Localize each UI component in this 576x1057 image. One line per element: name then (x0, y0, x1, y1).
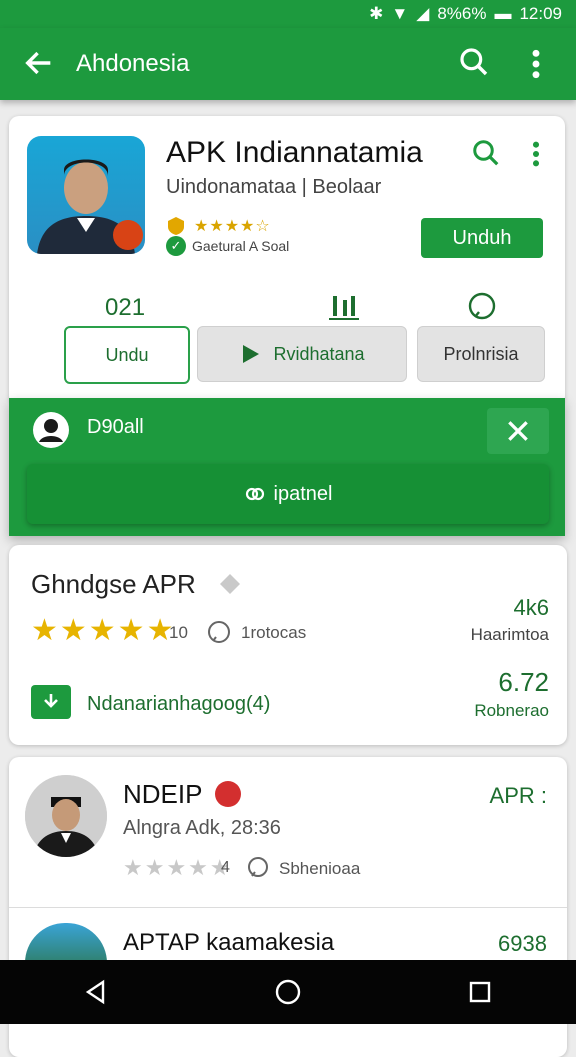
second-item-value: 6938 (498, 931, 547, 956)
play-action-label: Rvidhatana (273, 343, 365, 364)
download-button[interactable] (31, 685, 71, 719)
promo-action-label: Prolnrisia (443, 343, 519, 364)
rating-stars: ★★★★☆ (194, 218, 271, 235)
download-action-label: Undu (105, 344, 149, 365)
banner-label: D90all (87, 416, 144, 438)
reviewer-subtitle: Alngra Adk, 28:36 (123, 817, 281, 839)
search-icon[interactable] (471, 138, 501, 168)
app-info-card[interactable]: Ghndgse APR ★★★★★ 10 1rotocas 4k6 Haarim… (9, 545, 567, 745)
rating-stars: ★★★★★ (31, 614, 176, 647)
comment-icon (208, 621, 230, 643)
stat-downloads: 021 (105, 294, 146, 321)
app-header-card: APK Indiannatamia Uindonamataa | Beolaar… (9, 116, 565, 406)
person-icon (37, 159, 143, 254)
bluetooth-icon: ✱ (369, 4, 384, 23)
battery-icon: ▬ (494, 4, 512, 23)
clock: 12:09 (519, 4, 562, 23)
close-banner-button[interactable] (487, 408, 549, 454)
stat-label-2: Robnerao (474, 701, 549, 720)
person-icon (25, 775, 107, 857)
promo-banner: D90all ipatnel (9, 398, 565, 536)
app-bar-title: Ahdonesia (76, 50, 190, 77)
banner-cta-button[interactable]: ipatnel (27, 464, 549, 524)
app-bar: Ahdonesia (0, 28, 576, 100)
download-icon (44, 694, 58, 708)
wifi-icon: ▼ (391, 4, 409, 23)
rating-stars: ★★★★★ (123, 855, 232, 880)
more-vert-icon[interactable] (529, 140, 543, 168)
stat-value-2: 6.72 (498, 667, 549, 697)
nav-home-button[interactable] (268, 972, 308, 1012)
download-label: Ndanarianhagoog(4) (87, 693, 271, 715)
install-button[interactable]: Unduh (421, 218, 543, 258)
nav-recents-button[interactable] (460, 972, 500, 1012)
app-icon (27, 136, 145, 254)
signal-icon: ◢ (416, 4, 430, 23)
stat-label-1: Haarimtoa (470, 625, 549, 644)
circle-home-icon (275, 979, 301, 1005)
triangle-back-icon (85, 979, 105, 1005)
verified-row: ✓ Gaetural A Soal (166, 236, 289, 256)
status-bar: ✱ ▼ ◢ 8%6% ▬ 12:09 (0, 0, 576, 28)
promo-action-button[interactable]: Prolnrisia (417, 326, 545, 382)
review-meta: Sbhenioaa (279, 859, 361, 878)
stat-icon-bars (329, 296, 359, 320)
square-recents-icon (469, 981, 491, 1003)
user-avatar-icon (33, 412, 69, 448)
app-developer: Uindonamataa | Beolaar (166, 176, 382, 198)
record-icon (215, 781, 241, 807)
divider (9, 907, 567, 908)
award-icon (168, 217, 184, 235)
stat-value-1: 4k6 (513, 595, 549, 620)
battery-text: 8%6% (437, 4, 487, 23)
download-action-button[interactable]: Undu (64, 326, 190, 384)
review-tag[interactable]: APR : (490, 783, 547, 809)
search-icon[interactable] (458, 46, 490, 78)
nav-back-button[interactable] (76, 972, 116, 1012)
comment-icon (248, 857, 268, 877)
rating-count: 10 (169, 623, 188, 642)
reviewer-name: NDEIP (123, 779, 203, 809)
verified-label: Gaetural A Soal (192, 238, 290, 254)
chat-bubble-icon (468, 292, 496, 320)
status-icons: ✱ ▼ ◢ 8%6% ▬ 12:09 (369, 4, 562, 24)
link-icon (245, 487, 264, 501)
rating-count: 4 (221, 859, 230, 876)
app-name: APK Indiannatamia (166, 136, 423, 169)
reviewer-avatar (25, 775, 107, 857)
check-icon: ✓ (166, 236, 186, 256)
play-action-button[interactable]: Rvidhatana (197, 326, 407, 382)
second-item-name: APTAP kaamakesia (123, 929, 335, 956)
back-arrow-icon[interactable] (22, 46, 56, 80)
more-vert-icon[interactable] (528, 48, 544, 80)
close-icon (508, 421, 528, 441)
reviews-label: 1rotocas (241, 623, 307, 642)
play-icon (243, 345, 260, 363)
info-card-title: Ghndgse APR (31, 569, 196, 599)
diamond-badge-icon (220, 574, 240, 594)
banner-cta-label: ipatnel (273, 482, 333, 505)
system-nav-bar (0, 960, 576, 1024)
